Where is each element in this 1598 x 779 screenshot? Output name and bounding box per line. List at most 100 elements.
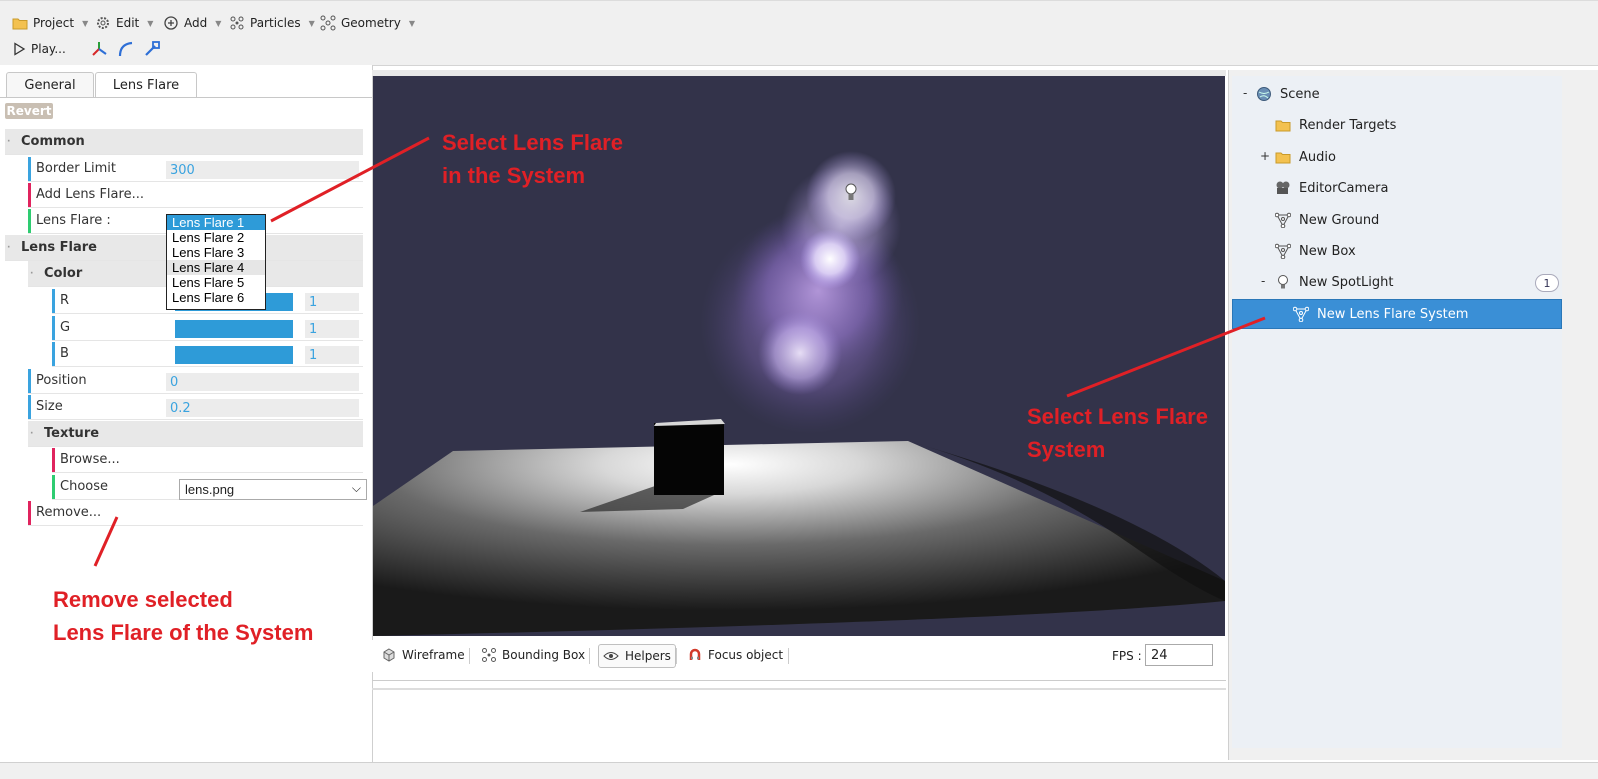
add-lens-flare-row[interactable]: Add Lens Flare... <box>28 182 363 208</box>
axis-icon <box>92 42 107 56</box>
toolbar-separator <box>469 648 470 664</box>
revert-button[interactable]: Revert <box>5 103 53 119</box>
menu-add-label: Add <box>184 16 208 30</box>
position-input[interactable]: 0 <box>166 373 359 391</box>
bounding-box-button[interactable]: Bounding Box <box>478 644 589 666</box>
scale-icon <box>145 41 160 56</box>
wireframe-button[interactable]: Wireframe <box>378 644 469 666</box>
collapse-icon: · <box>7 136 11 147</box>
browse-button[interactable]: Browse... <box>60 452 120 467</box>
color-r-input[interactable]: 1 <box>305 293 359 311</box>
annotation-text: Select Lens Flare <box>442 130 623 155</box>
tab-lens-flare[interactable]: Lens Flare <box>95 72 197 98</box>
divider <box>372 680 1226 681</box>
menu-geometry[interactable]: Geometry ▼ <box>320 13 415 33</box>
tree-node-new-box[interactable]: New Box <box>1275 239 1356 263</box>
row-indicator <box>28 501 31 525</box>
collapse-toggle[interactable]: - <box>1243 86 1247 100</box>
tree-node-label: New SpotLight <box>1299 274 1394 290</box>
folder-icon <box>1275 152 1291 164</box>
play-label: Play... <box>31 42 66 56</box>
border-limit-input[interactable]: 300 <box>166 161 359 179</box>
tree-node-render-targets[interactable]: Render Targets <box>1275 113 1396 137</box>
annotation-text: Lens Flare of the System <box>53 620 314 645</box>
menu-edit[interactable]: Edit ▼ <box>95 13 153 33</box>
annotation-select-lens-flare-system: Select Lens Flare System <box>1027 400 1208 466</box>
collapse-icon: · <box>30 428 34 439</box>
menu-particles[interactable]: Particles ▼ <box>229 13 315 33</box>
lens-flare-select-label: Lens Flare : <box>36 213 111 228</box>
viewport-toolbar: Wireframe Bounding Box Helpers Focus obj… <box>372 640 1226 672</box>
tree-node-audio[interactable]: Audio <box>1275 145 1336 169</box>
menu-add[interactable]: Add ▼ <box>163 13 221 33</box>
tree-node-editor-camera[interactable]: EditorCamera <box>1275 176 1389 200</box>
tab-general[interactable]: General <box>6 72 94 97</box>
lens-flare-option[interactable]: Lens Flare 3 <box>167 245 265 260</box>
lens-flare-option[interactable]: Lens Flare 6 <box>167 290 265 305</box>
bounding-box-label: Bounding Box <box>502 648 586 662</box>
texture-select[interactable]: lens.png ⌵ <box>179 479 367 500</box>
lens-flare-dropdown-list[interactable]: Lens Flare 1 Lens Flare 2 Lens Flare 3 L… <box>166 214 266 310</box>
toolbar-separator <box>788 648 789 664</box>
color-g-input[interactable]: 1 <box>305 320 359 338</box>
translate-tool-button[interactable] <box>90 39 108 59</box>
scale-tool-button[interactable] <box>143 39 161 59</box>
toolbar-separator <box>589 648 590 664</box>
row-indicator <box>28 183 31 207</box>
tree-node-label: Audio <box>1299 149 1336 165</box>
remove-button[interactable]: Remove... <box>36 505 101 520</box>
lens-flare-option[interactable]: Lens Flare 2 <box>167 230 265 245</box>
lens-flare-option[interactable]: Lens Flare 5 <box>167 275 265 290</box>
annotation-remove-selected: Remove selected Lens Flare of the System <box>53 583 313 649</box>
annotation-select-lens-flare: Select Lens Flare in the System <box>442 126 623 192</box>
mesh-icon <box>1275 212 1291 228</box>
play-button[interactable]: Play... <box>12 39 66 59</box>
focus-object-label: Focus object <box>708 648 784 662</box>
chevron-down-icon: ▼ <box>308 18 315 28</box>
tree-node-label: Scene <box>1280 86 1320 102</box>
size-input[interactable]: 0.2 <box>166 399 359 417</box>
geometry-icon <box>320 15 336 31</box>
tree-node-label: Render Targets <box>1299 117 1397 133</box>
menubar: Project ▼ Edit ▼ Add ▼ Particles ▼ Geome… <box>0 0 1598 66</box>
tree-node-scene[interactable]: Scene <box>1256 82 1320 106</box>
color-b-slider[interactable] <box>175 346 293 364</box>
color-g-slider[interactable] <box>175 320 293 338</box>
color-r-label: R <box>60 293 70 308</box>
tree-node-new-spotlight[interactable]: New SpotLight <box>1275 270 1394 294</box>
fps-label: FPS : <box>1112 649 1142 663</box>
row-indicator <box>52 342 55 366</box>
helpers-button[interactable]: Helpers <box>598 644 676 668</box>
collapse-icon: · <box>7 242 11 253</box>
chevron-down-icon: ▼ <box>408 18 415 28</box>
collapse-icon: · <box>30 268 34 279</box>
section-common[interactable]: · Common <box>5 129 363 155</box>
lens-flare-option[interactable]: Lens Flare 1 <box>167 215 265 230</box>
collapse-toggle[interactable]: - <box>1261 274 1265 288</box>
rotate-tool-button[interactable] <box>117 39 135 59</box>
section-lens-flare-title: Lens Flare <box>21 240 97 255</box>
add-lens-flare-button[interactable]: Add Lens Flare... <box>36 187 144 202</box>
row-indicator <box>52 448 55 472</box>
browse-row[interactable]: Browse... <box>52 447 363 473</box>
color-b-input[interactable]: 1 <box>305 346 359 364</box>
lens-flare-option[interactable]: Lens Flare 4 <box>167 260 265 275</box>
child-count-badge: 1 <box>1535 274 1559 292</box>
play-icon <box>14 42 26 56</box>
status-bar <box>0 762 1598 779</box>
fps-input[interactable]: 24 <box>1145 644 1213 666</box>
gear-icon <box>97 17 109 29</box>
menu-project[interactable]: Project ▼ <box>12 13 88 33</box>
menu-project-label: Project <box>33 16 75 30</box>
tree-node-new-lens-flare-system[interactable]: New Lens Flare System <box>1232 299 1562 329</box>
remove-row[interactable]: Remove... <box>28 500 363 526</box>
focus-object-button[interactable]: Focus object <box>684 644 787 666</box>
tree-node-label: New Ground <box>1299 212 1380 228</box>
annotation-text: Remove selected <box>53 587 233 612</box>
section-texture[interactable]: · Texture <box>28 421 363 447</box>
section-common-title: Common <box>21 134 85 149</box>
tree-node-new-ground[interactable]: New Ground <box>1275 208 1379 232</box>
color-g-label: G <box>60 320 71 335</box>
expand-toggle[interactable]: + <box>1260 149 1270 163</box>
bounding-box-icon <box>482 648 496 662</box>
